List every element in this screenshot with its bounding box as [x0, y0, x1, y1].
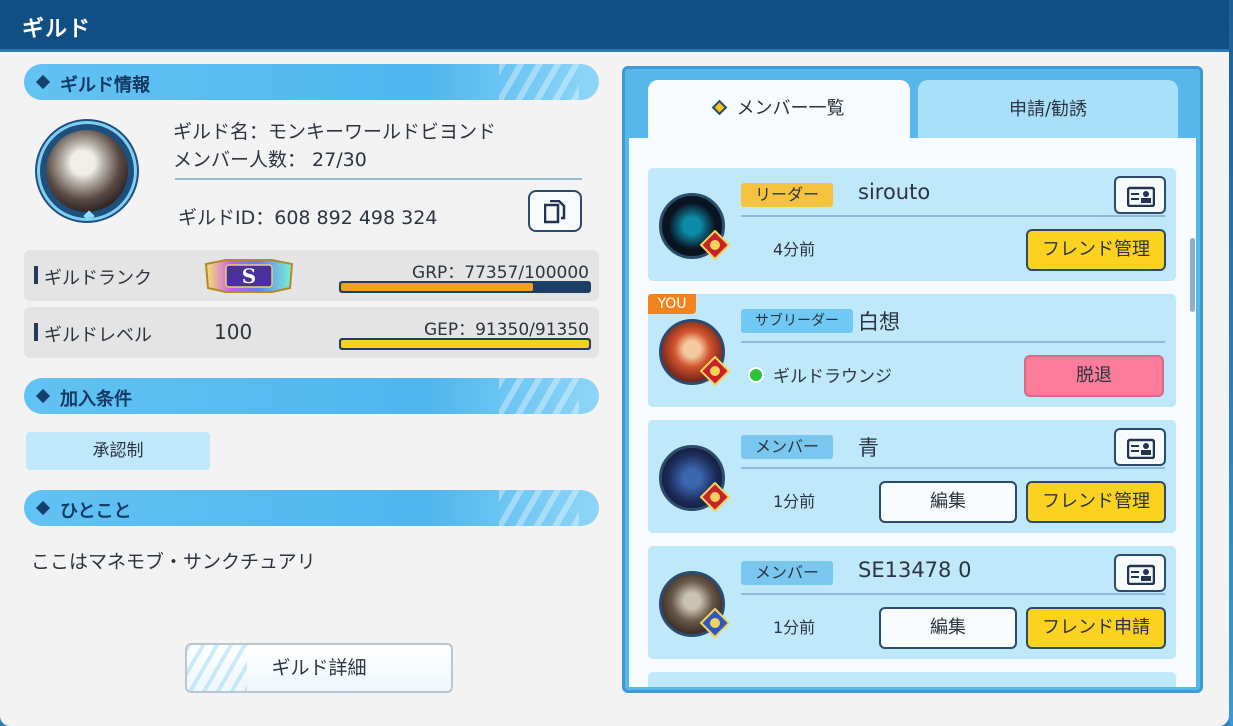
diamond-icon: [35, 388, 51, 404]
guild-level-label: ギルドレベル: [44, 325, 152, 346]
online-status-icon: [748, 367, 764, 383]
title-bar: ギルド: [0, 0, 1229, 52]
guild-comment: ここはマネモブ・サンクチュアリ: [31, 551, 316, 573]
role-badge: メンバー: [741, 435, 834, 459]
you-badge: YOU: [648, 294, 696, 314]
copy-id-button[interactable]: [528, 190, 582, 232]
profile-button[interactable]: [1114, 176, 1166, 214]
diamond-icon: [35, 500, 51, 516]
grp-progress-fill: [341, 283, 533, 291]
edit-button[interactable]: 編集: [879, 607, 1017, 649]
row-marker: [34, 266, 38, 284]
profile-card-icon: [1127, 186, 1155, 207]
rank-letter: S: [242, 264, 256, 288]
divider: [175, 178, 582, 180]
scrollbar[interactable]: [1190, 238, 1195, 312]
grp-progress-bar: [339, 281, 591, 293]
guild-member-count: メンバー人数： 27/30: [173, 149, 367, 171]
guild-info-title: ギルド情報: [60, 75, 150, 96]
member-list[interactable]: リーダー sirouto 4分前 フレンド管理 YOU サブリーダー 白想 ギル…: [629, 138, 1196, 687]
friend-manage-button[interactable]: フレンド管理: [1026, 229, 1166, 271]
gep-progress-bar: [339, 338, 591, 350]
guild-detail-button[interactable]: ギルド詳細: [185, 643, 453, 693]
role-badge: サブリーダー: [741, 309, 853, 333]
gep-progress-fill: [341, 340, 589, 348]
join-condition-header: 加入条件: [24, 378, 599, 414]
window-edge: [1229, 0, 1233, 726]
guild-rank-row: ギルドランク S GRP：77357/100000: [24, 250, 599, 301]
profile-card-icon: [1127, 564, 1155, 585]
edit-button[interactable]: 編集: [879, 481, 1017, 523]
tab-member-list-label: メンバー一覧: [736, 98, 845, 119]
member-name: SE13478 0: [858, 558, 972, 582]
copy-icon: [544, 200, 566, 224]
last-login: 1分前: [773, 492, 816, 511]
tab-member-list[interactable]: メンバー一覧: [648, 80, 910, 138]
class-badge-icon: [700, 356, 730, 386]
guild-info-header: ギルド情報: [24, 64, 599, 100]
guild-emblem: [37, 121, 137, 221]
grp-label: GRP：77357/100000: [412, 263, 589, 283]
row-marker: [34, 323, 38, 341]
join-condition-chip: 承認制: [26, 432, 210, 470]
profile-card-icon: [1127, 438, 1155, 459]
member-location: ギルドラウンジ: [773, 367, 892, 387]
window-title: ギルド: [22, 17, 92, 42]
divider: [741, 215, 1165, 217]
member-card: メンバー SE13478 0 1分前 編集 フレンド申請: [648, 546, 1176, 659]
class-badge-icon: [700, 608, 730, 638]
guild-name: ギルド名：モンキーワールドビヨンド: [173, 121, 497, 143]
rank-badge-icon: S: [202, 258, 296, 294]
profile-button[interactable]: [1114, 428, 1166, 466]
friend-request-button[interactable]: フレンド申請: [1026, 607, 1166, 649]
friend-manage-button[interactable]: フレンド管理: [1026, 481, 1166, 523]
member-card-partial: [648, 672, 1176, 687]
guild-rank-label: ギルドランク: [44, 268, 152, 289]
gep-label: GEP：91350/91350: [423, 320, 589, 340]
role-badge: メンバー: [741, 561, 834, 585]
diamond-icon: [711, 99, 727, 115]
role-badge: リーダー: [741, 183, 834, 207]
divider: [741, 593, 1165, 595]
member-card: メンバー 青 1分前 編集 フレンド管理: [648, 420, 1176, 533]
divider: [741, 341, 1165, 343]
member-name: sirouto: [858, 180, 931, 204]
guild-level-value: 100: [214, 320, 253, 344]
member-panel: メンバー一覧 申請/勧誘 リーダー sirouto 4分前 フレンド管理 YOU: [622, 66, 1203, 693]
profile-button[interactable]: [1114, 554, 1166, 592]
member-card: YOU サブリーダー 白想 ギルドラウンジ 脱退: [648, 294, 1176, 407]
last-login: 4分前: [773, 240, 816, 259]
tab-requests[interactable]: 申請/勧誘: [918, 80, 1178, 138]
class-badge-icon: [700, 230, 730, 260]
member-card: リーダー sirouto 4分前 フレンド管理: [648, 168, 1176, 281]
divider: [741, 467, 1165, 469]
member-name: 青: [858, 436, 879, 460]
comment-header: ひとこと: [24, 490, 599, 526]
guild-emblem-image: [46, 130, 128, 212]
guild-window: ギルド ギルド情報 ギルド名：モンキーワールドビヨンド メンバー人数： 27/3…: [0, 0, 1229, 726]
guild-level-row: ギルドレベル 100 GEP：91350/91350: [24, 307, 599, 358]
diamond-icon: [35, 74, 51, 90]
leave-guild-button[interactable]: 脱退: [1024, 355, 1164, 397]
guild-id: ギルドID：608 892 498 324: [178, 207, 438, 229]
member-name: 白想: [858, 310, 900, 334]
join-condition-title: 加入条件: [60, 389, 132, 410]
class-badge-icon: [700, 482, 730, 512]
comment-title: ひとこと: [60, 501, 132, 522]
last-login: 1分前: [773, 618, 816, 637]
